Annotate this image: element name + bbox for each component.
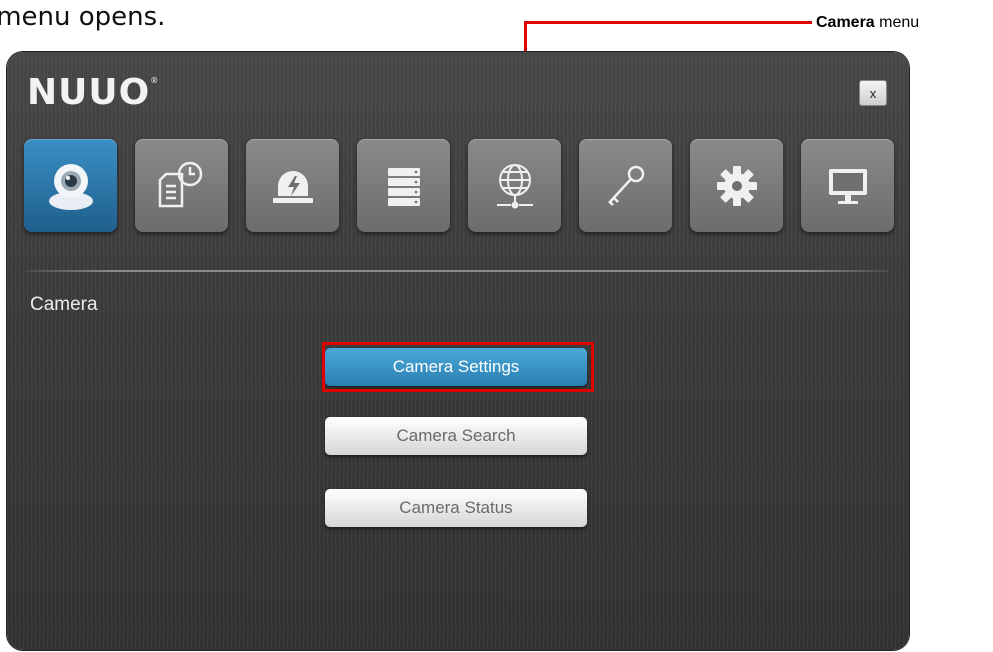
- divider: [25, 270, 889, 272]
- callout-line: [524, 21, 812, 24]
- logo-text: NUUO: [27, 72, 151, 113]
- toolbar-camera-button[interactable]: [24, 139, 117, 232]
- caption-label: a menu opens.: [0, 2, 166, 32]
- toolbar-security-button[interactable]: [579, 139, 672, 232]
- app-logo: NUUO®: [27, 72, 159, 113]
- toolbar-alarm-button[interactable]: [246, 139, 339, 232]
- toolbar-storage-button[interactable]: [357, 139, 450, 232]
- app-window: NUUO® x Camera Camera Settings Camera Se…: [7, 52, 909, 650]
- close-button[interactable]: x: [859, 80, 887, 106]
- key-icon: [607, 165, 644, 206]
- logo-mark: ®: [150, 76, 160, 85]
- camera-status-button[interactable]: Camera Status: [325, 489, 587, 527]
- section-title: Camera: [30, 294, 98, 315]
- toolbar-display-button[interactable]: [801, 139, 894, 232]
- globe-network-icon: [496, 163, 533, 208]
- toolbar-network-button[interactable]: [468, 139, 561, 232]
- clock-document-icon: [158, 161, 202, 207]
- callout-rest: menu: [874, 14, 920, 31]
- monitor-icon: [828, 168, 867, 204]
- server-stack-icon: [387, 167, 420, 206]
- highlight-box: [322, 342, 594, 392]
- gear-icon: [716, 165, 757, 206]
- toolbar-event-log-button[interactable]: [135, 139, 228, 232]
- camera-search-button[interactable]: Camera Search: [325, 417, 587, 455]
- callout-label: Camera menu: [816, 14, 919, 32]
- alarm-light-icon: [272, 170, 313, 203]
- webcam-icon: [48, 163, 93, 210]
- caption-text: a menu opens.: [0, 2, 300, 32]
- toolbar-settings-button[interactable]: [690, 139, 783, 232]
- callout-bold: Camera: [816, 14, 875, 31]
